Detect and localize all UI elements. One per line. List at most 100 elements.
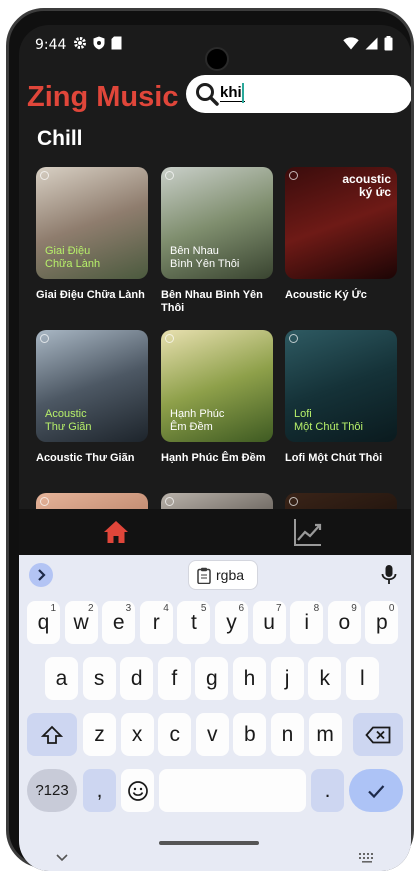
album-card[interactable]: Hạnh Phúc Êm Đềm Hạnh Phúc Êm Đềm: [161, 330, 273, 465]
album-cover[interactable]: Lofi Một Chút Thôi: [285, 330, 397, 442]
album-card[interactable]: [285, 493, 397, 509]
period-key-label: .: [324, 778, 331, 802]
key-v[interactable]: v: [195, 713, 229, 756]
key-j[interactable]: j: [270, 657, 304, 700]
album-card[interactable]: Bên Nhau Bình Yên Thôi Bên Nhau Bình Yên …: [161, 167, 273, 315]
key-c[interactable]: c: [158, 713, 192, 756]
key-s[interactable]: s: [82, 657, 116, 700]
album-cover[interactable]: [285, 493, 397, 509]
key-n[interactable]: n: [271, 713, 304, 756]
key-w[interactable]: w2: [64, 601, 98, 644]
key-a-label: a: [55, 666, 68, 690]
album-title: Lofi Một Chút Thôi: [285, 452, 383, 464]
keyboard-switch-icon[interactable]: [359, 853, 375, 863]
key-r[interactable]: r4: [139, 601, 173, 644]
clipboard-suggestion[interactable]: rgba: [188, 560, 258, 590]
key-hint: 7: [276, 603, 282, 614]
home-icon[interactable]: [101, 517, 131, 547]
cover-text: Bên Nhau Bình Yên Thôi: [170, 245, 240, 270]
album-card[interactable]: Lofi Một Chút Thôi Lofi Một Chút Thôi: [285, 330, 397, 465]
album-cover[interactable]: Bên Nhau Bình Yên Thôi: [161, 167, 273, 279]
key-t-label: t: [190, 610, 197, 634]
key-o[interactable]: o9: [327, 601, 361, 644]
key-y[interactable]: y6: [215, 601, 248, 644]
key-g[interactable]: g: [195, 657, 229, 700]
cover-text: Giai Điệu Chữa Lành: [45, 245, 101, 270]
backspace-key[interactable]: [353, 713, 403, 756]
status-time: 9:44: [35, 37, 67, 53]
key-hint: 3: [125, 603, 132, 614]
key-k[interactable]: k: [308, 657, 342, 700]
battery-icon: [384, 36, 393, 51]
space-key[interactable]: [159, 769, 306, 812]
key-l[interactable]: l: [345, 657, 379, 700]
text-cursor: [242, 83, 244, 103]
key-hint: 6: [238, 603, 244, 614]
cover-logo-icon: [165, 497, 174, 506]
gear-icon: [74, 37, 86, 49]
key-z[interactable]: z: [83, 713, 116, 756]
on-screen-keyboard: rgba q1w2e3r4t5y6u7i8o9p0asdfghjklzxcvbn…: [19, 555, 411, 871]
key-v-label: v: [207, 722, 218, 746]
search-box[interactable]: khi: [186, 75, 411, 113]
album-cover[interactable]: [36, 493, 148, 509]
key-e-label: e: [112, 610, 125, 634]
key-z-label: z: [94, 722, 105, 746]
key-h[interactable]: h: [233, 657, 266, 700]
key-p[interactable]: p0: [365, 601, 399, 644]
album-cover[interactable]: [161, 493, 273, 509]
shield-icon: [93, 36, 105, 50]
key-r-label: r: [152, 610, 160, 634]
album-card[interactable]: Giai Điệu Chữa Lành Giai Điệu Chữa Lành: [36, 167, 148, 302]
key-b-label: b: [244, 722, 256, 746]
key-m[interactable]: m: [308, 713, 342, 756]
key-q[interactable]: q1: [27, 601, 60, 644]
key-a[interactable]: a: [45, 657, 78, 700]
key-b[interactable]: b: [233, 713, 267, 756]
key-u[interactable]: u7: [252, 601, 286, 644]
album-card[interactable]: Acoustic Thư Giãn Acoustic Thư Giãn: [36, 330, 148, 465]
key-d[interactable]: d: [120, 657, 154, 700]
key-w-label: w: [73, 610, 89, 634]
key-u-label: u: [263, 610, 275, 634]
emoji-key[interactable]: [121, 769, 154, 812]
checkmark-icon: [368, 784, 385, 798]
comma-key[interactable]: ,: [83, 769, 116, 812]
hide-keyboard-icon[interactable]: [55, 853, 69, 863]
key-c-label: c: [169, 722, 180, 746]
key-f[interactable]: f: [157, 657, 191, 700]
album-cover[interactable]: Giai Điệu Chữa Lành: [36, 167, 148, 279]
key-t[interactable]: t5: [177, 601, 211, 644]
album-card[interactable]: acoustic ký ức Acoustic Ký Ức: [285, 167, 397, 302]
microphone-icon[interactable]: [380, 564, 398, 586]
wifi-icon: [343, 37, 359, 50]
symbols-key[interactable]: ?123: [27, 769, 77, 812]
enter-key[interactable]: [349, 769, 403, 812]
album-cover[interactable]: Hạnh Phúc Êm Đềm: [161, 330, 273, 442]
key-e[interactable]: e3: [102, 601, 136, 644]
screen: 9:44 Zing Music khi Chill Giai Điệu Chữa…: [19, 25, 411, 871]
cover-logo-icon: [165, 334, 174, 343]
comma-key-label: ,: [96, 778, 103, 802]
keyboard-expand-button[interactable]: [29, 563, 53, 587]
album-card[interactable]: [161, 493, 273, 509]
key-x[interactable]: x: [120, 713, 154, 756]
album-title: Acoustic Ký Ức: [285, 289, 367, 301]
key-hint: 5: [200, 603, 207, 614]
chevron-right-icon: [38, 569, 46, 581]
gesture-home-bar[interactable]: [159, 841, 259, 845]
album-cover[interactable]: Acoustic Thư Giãn: [36, 330, 148, 442]
key-i-label: i: [304, 610, 310, 634]
period-key[interactable]: .: [311, 769, 344, 812]
key-i[interactable]: i8: [290, 601, 324, 644]
album-title: Giai Điệu Chữa Lành: [36, 289, 145, 301]
album-card[interactable]: [36, 493, 148, 509]
trending-chart-icon[interactable]: [291, 515, 325, 549]
cover-logo-icon: [289, 497, 298, 506]
shift-icon: [41, 725, 63, 744]
shift-key[interactable]: [27, 713, 77, 756]
search-input[interactable]: khi: [220, 84, 245, 102]
album-grid: Giai Điệu Chữa Lành Giai Điệu Chữa Lành Bê…: [19, 167, 411, 509]
backspace-icon: [365, 726, 391, 743]
album-cover[interactable]: acoustic ký ức: [285, 167, 397, 279]
